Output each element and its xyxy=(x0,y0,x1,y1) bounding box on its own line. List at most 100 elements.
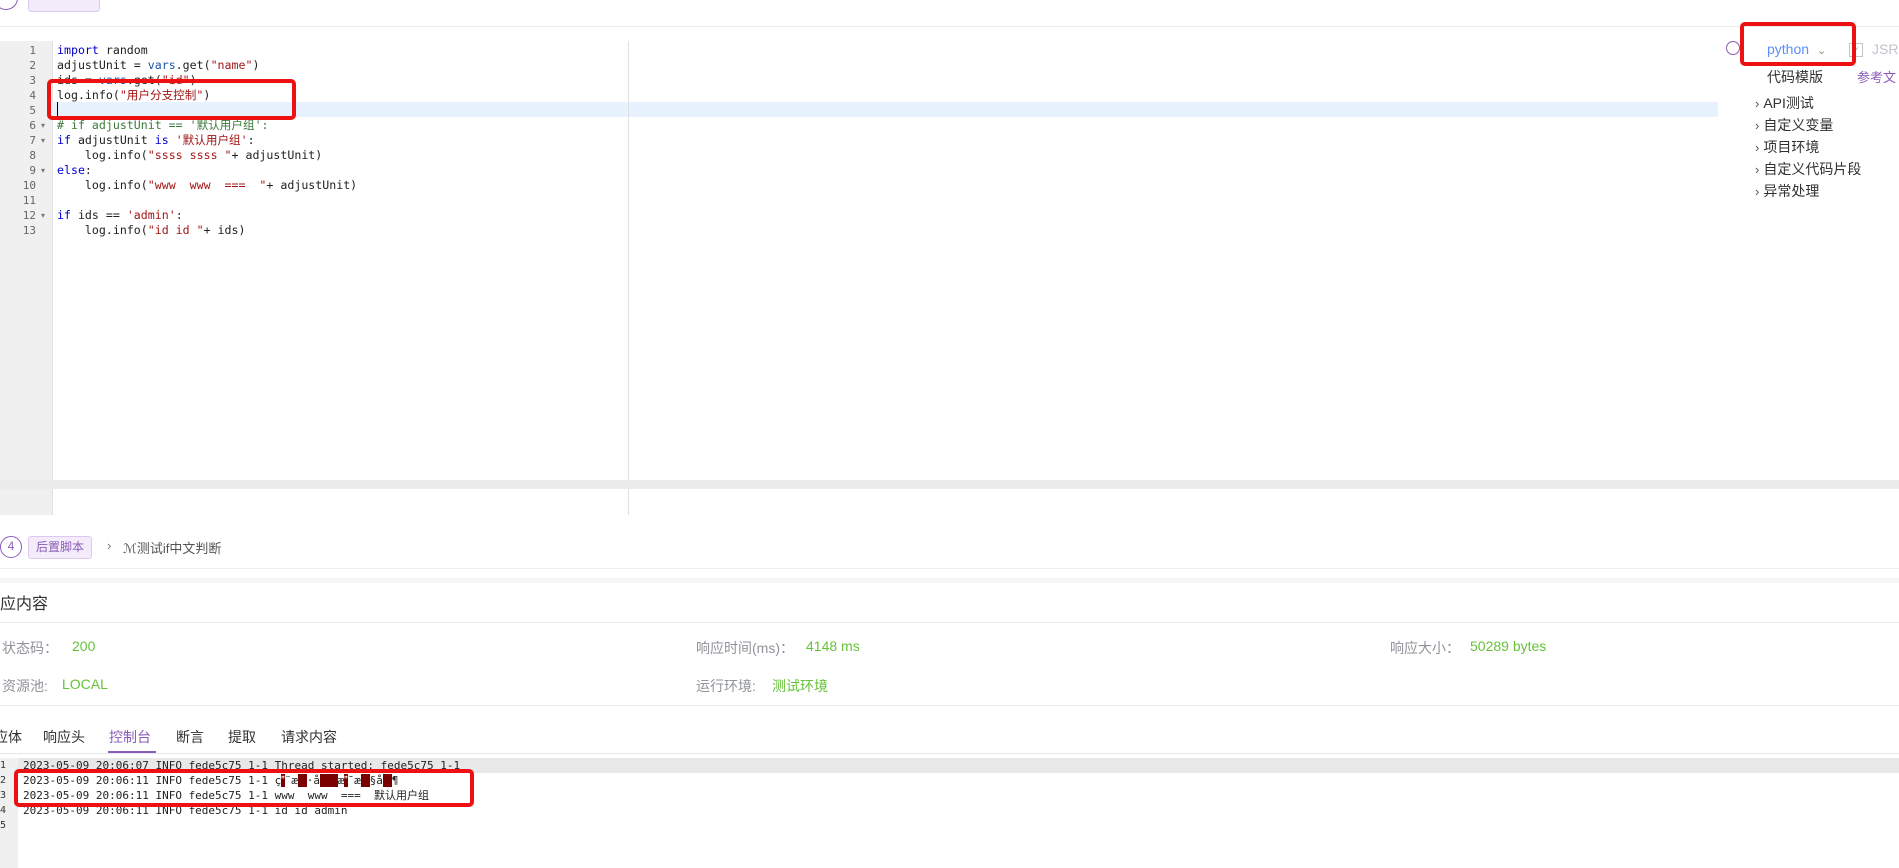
highlight-box-garbled-output xyxy=(14,769,474,807)
code-line[interactable]: if ids == 'admin': xyxy=(57,208,183,223)
code-line[interactable]: log.info("www www === "+ adjustUnit) xyxy=(57,178,357,193)
tree-item[interactable]: › 自定义变量 xyxy=(1755,115,1833,135)
code-token: adjustUnit xyxy=(70,133,155,147)
code-token: "id id " xyxy=(147,223,204,237)
code-line[interactable]: log.info("id id "+ ids) xyxy=(57,223,246,238)
code-token: ) xyxy=(252,58,260,72)
code-token: .get( xyxy=(175,58,211,72)
code-template-label: 代码模版 xyxy=(1767,69,1823,85)
tab-request-content[interactable]: 请求内容 xyxy=(281,727,337,747)
tree-item-label: 项目环境 xyxy=(1763,139,1820,155)
line-number: 2 xyxy=(29,59,36,72)
post-script-step-number: 4 xyxy=(0,536,22,558)
tab-extract[interactable]: 提取 xyxy=(228,727,256,747)
previous-step-number xyxy=(0,0,18,10)
code-line[interactable]: else: xyxy=(57,163,92,178)
editor-resize-bar[interactable] xyxy=(0,480,1899,489)
code-token: import xyxy=(57,43,99,57)
tree-item-label: 异常处理 xyxy=(1763,183,1820,199)
response-time-value: 4148 ms xyxy=(806,638,860,654)
code-token: if xyxy=(57,208,71,222)
code-token: + adjustUnit) xyxy=(231,148,323,162)
fold-toggle-icon[interactable]: ▾ xyxy=(41,208,45,223)
code-token: 'admin' xyxy=(126,208,176,222)
console-line-number: 4 xyxy=(0,805,7,816)
line-number: 4 xyxy=(29,89,36,102)
print-margin xyxy=(628,41,629,515)
fold-toggle-icon[interactable]: ▾ xyxy=(41,118,45,133)
line-number: 13 xyxy=(22,224,36,237)
tab-response-headers[interactable]: 响应头 xyxy=(43,727,85,747)
code-token: # if adjustUnit == '默认用户组': xyxy=(57,118,269,132)
tree-item[interactable]: › 自定义代码片段 xyxy=(1755,159,1861,179)
tree-item[interactable]: › API测试 xyxy=(1755,93,1814,113)
line-number: 8 xyxy=(29,149,36,162)
line-number: 1 xyxy=(29,44,36,57)
chevron-right-icon[interactable]: › xyxy=(1755,118,1759,133)
tree-item[interactable]: › 异常处理 xyxy=(1755,181,1819,201)
console-line-number: 3 xyxy=(0,790,7,801)
run-env-value: 测试环境 xyxy=(772,678,828,694)
code-token: log.info( xyxy=(57,148,148,162)
highlight-box-language xyxy=(1740,22,1856,66)
post-script-row[interactable]: 4 后置脚本 › ℳ测试if中文判断 xyxy=(0,536,1899,568)
response-size-value: 50289 bytes xyxy=(1470,638,1547,654)
code-line[interactable]: if adjustUnit is '默认用户组': xyxy=(57,133,255,148)
resource-pool-value: LOCAL xyxy=(62,676,108,692)
line-number: 11 xyxy=(22,194,36,207)
run-env-label: 运行环境: xyxy=(696,678,756,694)
line-number: 6 xyxy=(29,119,36,132)
code-token: log.info( xyxy=(57,223,148,237)
code-line[interactable]: # if adjustUnit == '默认用户组': xyxy=(57,118,269,133)
chevron-right-icon[interactable]: › xyxy=(1755,162,1759,177)
line-number: 7 xyxy=(29,134,36,147)
tree-item[interactable]: › 项目环境 xyxy=(1755,137,1819,157)
console-line-number: 2 xyxy=(0,775,7,786)
tab-response-body[interactable]: 应体 xyxy=(0,727,22,747)
code-line[interactable]: log.info("ssss ssss "+ adjustUnit) xyxy=(57,148,322,163)
fold-toggle-icon[interactable]: ▾ xyxy=(41,133,45,148)
code-token: if xyxy=(57,133,71,147)
code-token: log.info( xyxy=(57,178,148,192)
line-number: 12 xyxy=(22,209,36,222)
response-title: 应内容 xyxy=(0,596,49,613)
chevron-right-icon[interactable]: › xyxy=(1755,96,1759,111)
previous-step-bar xyxy=(0,0,1899,27)
code-token: adjustUnit = xyxy=(57,58,148,72)
code-token: "ssss ssss " xyxy=(147,148,232,162)
console-line-number: 1 xyxy=(0,760,7,771)
tree-item-label: 自定义代码片段 xyxy=(1763,161,1862,177)
fold-toggle-icon[interactable]: ▾ xyxy=(41,163,45,178)
tab-console[interactable]: 控制台 xyxy=(109,727,151,747)
code-token: is xyxy=(154,133,169,147)
post-script-tag[interactable]: 后置脚本 xyxy=(28,536,93,559)
reference-doc-link[interactable]: 参考文 xyxy=(1857,67,1896,86)
code-token: : xyxy=(175,208,183,222)
active-line-highlight xyxy=(52,102,1718,117)
language-radio[interactable] xyxy=(1726,41,1740,55)
post-script-name[interactable]: ℳ测试if中文判断 xyxy=(123,538,221,557)
chevron-right-icon[interactable]: › xyxy=(1755,140,1759,155)
code-token: + adjustUnit) xyxy=(266,178,358,192)
tree-item-label: 自定义变量 xyxy=(1763,117,1834,133)
tab-assertions[interactable]: 断言 xyxy=(176,727,204,747)
code-line[interactable]: adjustUnit = vars.get("name") xyxy=(57,58,259,73)
response-time-label: 响应时间(ms)： xyxy=(696,640,794,656)
edit-icon[interactable]: ℳ xyxy=(123,541,137,556)
line-number: 3 xyxy=(29,74,36,87)
divider xyxy=(0,568,1899,569)
code-token: else xyxy=(57,163,85,177)
previous-step-tag[interactable] xyxy=(28,0,100,12)
console-line-number: 5 xyxy=(0,820,7,831)
divider xyxy=(0,622,1899,623)
chevron-right-icon[interactable]: › xyxy=(1755,184,1759,199)
code-line[interactable]: import random xyxy=(57,43,148,58)
post-script-name-text: 测试if中文判断 xyxy=(136,541,222,556)
line-number: 9 xyxy=(29,164,36,177)
highlight-box-log-line xyxy=(47,79,296,120)
divider xyxy=(0,705,1899,706)
chevron-right-icon[interactable]: › xyxy=(107,538,111,553)
line-number: 10 xyxy=(22,179,36,192)
tree-item-label: API测试 xyxy=(1763,95,1814,111)
